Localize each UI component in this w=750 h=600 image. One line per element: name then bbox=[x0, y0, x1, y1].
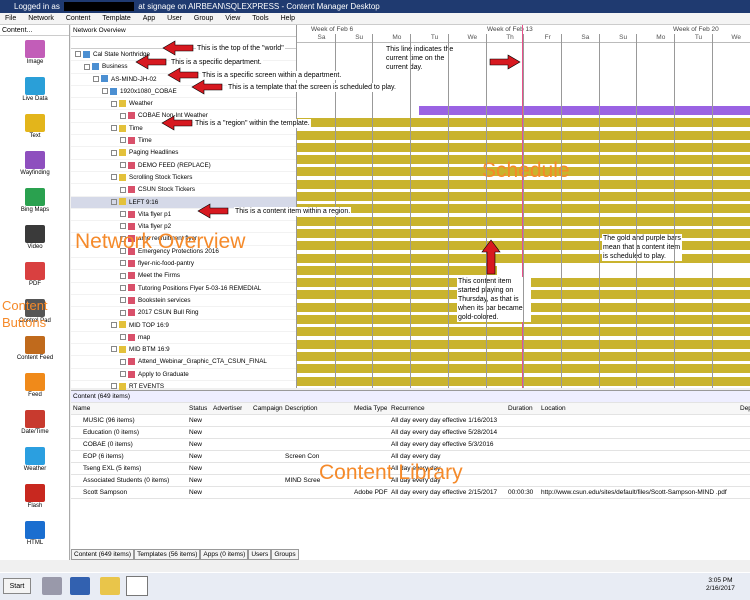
arrow-world bbox=[162, 40, 194, 56]
cell-rec: All day every day effective 2/15/2017 bbox=[391, 489, 498, 496]
library-header: Content (649 items) bbox=[71, 391, 750, 403]
library-row[interactable]: COBAE (0 items) New All day every day effe… bbox=[71, 439, 750, 451]
cell-status: New bbox=[189, 441, 203, 448]
server-manager-icon[interactable] bbox=[42, 577, 62, 595]
cell-status: New bbox=[189, 477, 203, 484]
cell-name: Associated Students (0 items) bbox=[83, 477, 170, 484]
cell-rec: All day every day effective 5/3/2016 bbox=[391, 441, 494, 448]
column-header[interactable]: Duration bbox=[508, 403, 533, 415]
library-row[interactable]: Education (0 items) New All day every day … bbox=[71, 427, 750, 439]
library-tab[interactable]: Groups bbox=[271, 549, 299, 560]
library-row[interactable]: MUSIC (96 items) New All day every day eff… bbox=[71, 415, 750, 427]
arrow-thursday bbox=[481, 239, 501, 275]
windows-taskbar: Start 3:05 PM 2/16/2017 bbox=[0, 572, 750, 600]
cell-status: New bbox=[189, 465, 203, 472]
column-header[interactable]: Advertiser bbox=[213, 403, 242, 415]
library-tab[interactable]: Apps (0 items) bbox=[200, 549, 249, 560]
library-row[interactable]: Scott Sampson New Adobe PDF All day every d… bbox=[71, 487, 750, 499]
column-header[interactable]: Location bbox=[541, 403, 566, 415]
column-header[interactable]: Status bbox=[189, 403, 207, 415]
column-header[interactable]: Media Type bbox=[354, 403, 387, 415]
cell-name: Tseng EXL (5 items) bbox=[83, 465, 142, 472]
library-tab[interactable]: Templates (56 items) bbox=[134, 549, 201, 560]
column-header[interactable]: Name bbox=[73, 403, 90, 415]
library-title: Content (649 items) bbox=[73, 393, 131, 400]
library-column-header: Name Status Advertiser Campaign Description M… bbox=[71, 403, 750, 415]
column-header[interactable]: Dep bbox=[740, 403, 750, 415]
column-header[interactable]: Description bbox=[285, 403, 318, 415]
arrow-screen bbox=[167, 67, 199, 83]
clock-time: 3:05 PM bbox=[708, 577, 733, 584]
file-explorer-icon[interactable] bbox=[100, 577, 120, 595]
clock[interactable]: 3:05 PM 2/16/2017 bbox=[706, 577, 735, 593]
cell-desc: Screen Con bbox=[285, 453, 320, 460]
cell-status: New bbox=[189, 453, 203, 460]
column-header[interactable]: Campaign bbox=[253, 403, 283, 415]
content-library-panel: Content (649 items) Name Status Advertiser… bbox=[71, 390, 750, 560]
cell-desc: MIND Scree bbox=[285, 477, 321, 484]
content-library-overlay: Content Library bbox=[319, 461, 463, 484]
cell-rec: All day every day effective 5/28/2014 bbox=[391, 429, 498, 436]
cell-name: EOP (6 items) bbox=[83, 453, 124, 460]
cell-rec: All day every day effective 1/16/2013 bbox=[391, 417, 498, 424]
cell-status: New bbox=[189, 417, 203, 424]
cell-status: New bbox=[189, 429, 203, 436]
content-manager-icon[interactable] bbox=[126, 576, 148, 596]
cell-status: New bbox=[189, 489, 203, 496]
cell-name: Scott Sampson bbox=[83, 489, 128, 496]
library-tab[interactable]: Content (649 items) bbox=[71, 549, 135, 560]
cell-dur: 00:00:30 bbox=[508, 489, 534, 496]
clock-date: 2/16/2017 bbox=[706, 585, 735, 592]
arrow-business bbox=[135, 54, 167, 70]
arrow-current-time bbox=[489, 54, 521, 70]
powershell-icon[interactable] bbox=[70, 577, 90, 595]
library-tabs: Content (649 items) Templates (56 items) A… bbox=[71, 549, 299, 560]
arrow-content-item bbox=[197, 203, 229, 219]
cell-name: Education (0 items) bbox=[83, 429, 139, 436]
cell-media: Adobe PDF bbox=[354, 489, 388, 496]
cell-name: COBAE (0 items) bbox=[83, 441, 133, 448]
cell-loc: http://www.csun.edu/sites/default/files/… bbox=[541, 489, 727, 496]
arrow-template bbox=[191, 79, 223, 95]
cell-name: MUSIC (96 items) bbox=[83, 417, 135, 424]
arrow-region bbox=[161, 115, 193, 131]
library-tab[interactable]: Users bbox=[248, 549, 272, 560]
column-header[interactable]: Recurrence bbox=[391, 403, 425, 415]
start-button[interactable]: Start bbox=[3, 578, 31, 594]
